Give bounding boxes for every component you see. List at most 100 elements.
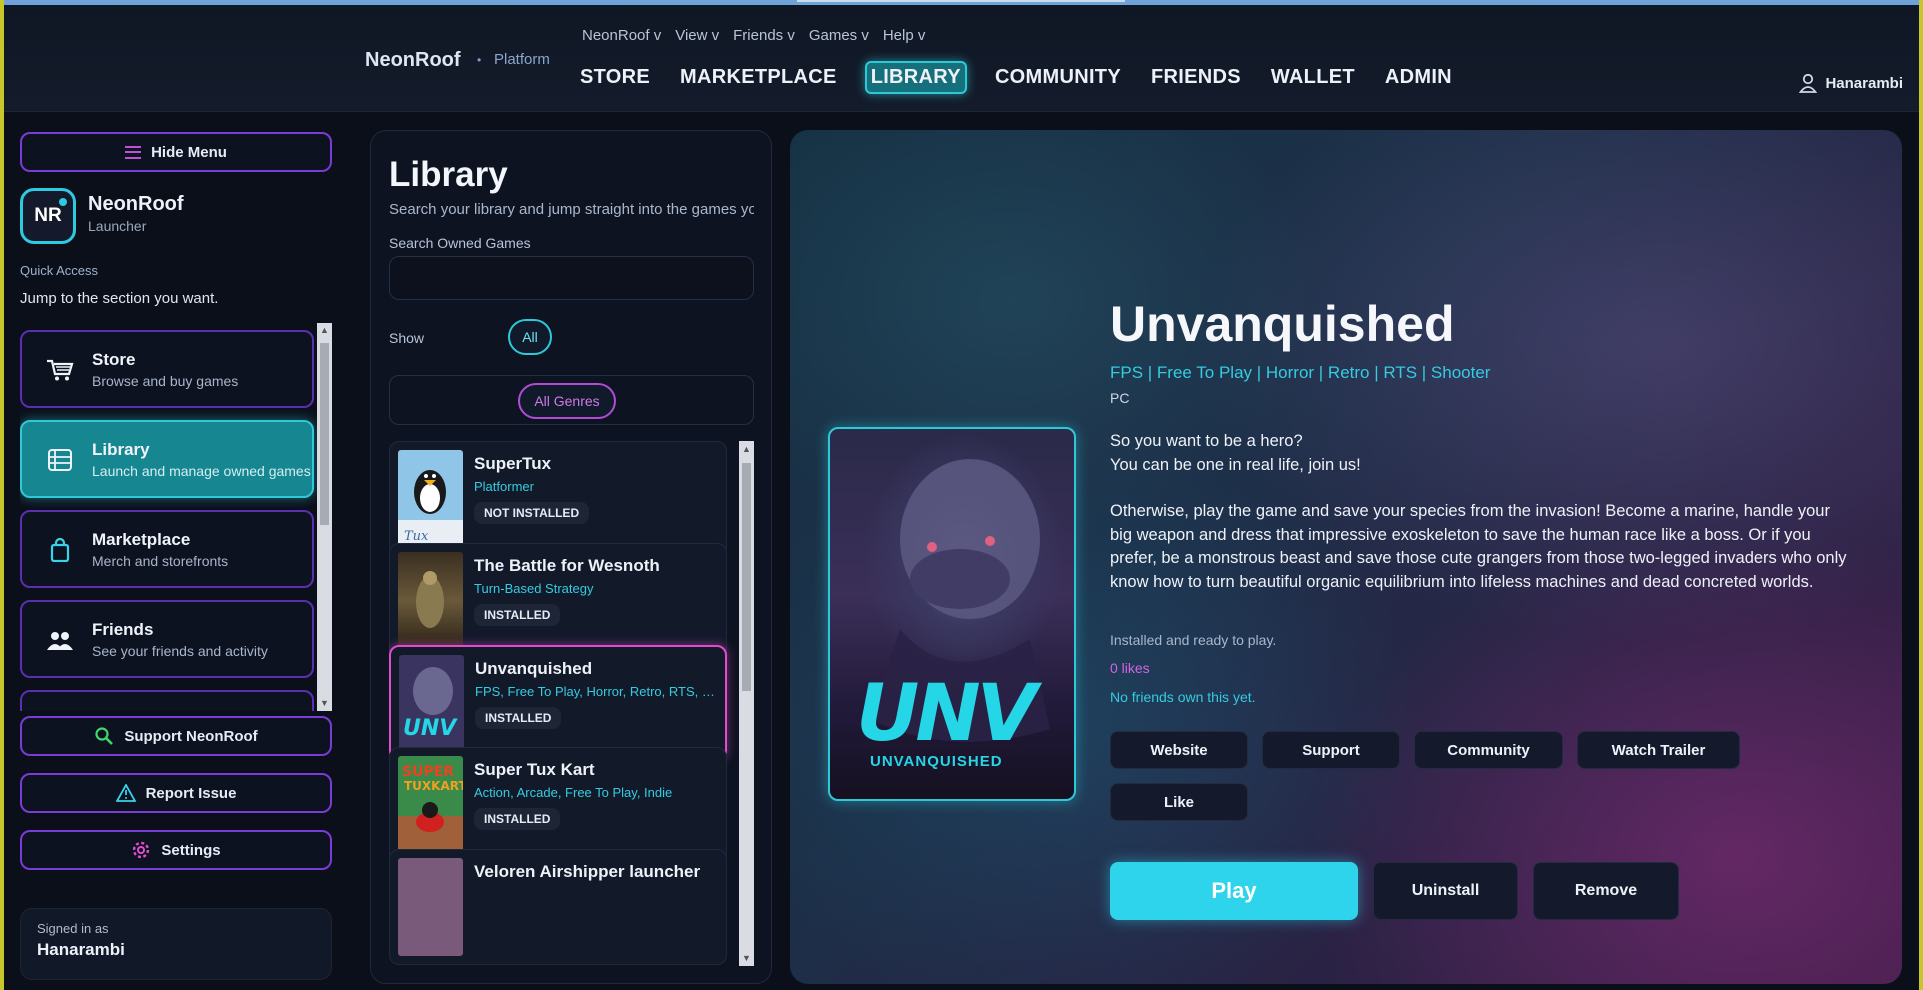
game-title: Unvanquished	[475, 659, 593, 678]
nav-marketplace[interactable]: MARKETPLACE	[678, 61, 839, 94]
description-paragraph: Otherwise, play the game and save your s…	[1110, 502, 1847, 591]
game-title: Super Tux Kart	[474, 760, 595, 779]
quick-access-scroll-area: Store Browse and buy games Library Launc…	[20, 323, 332, 711]
search-label: Search Owned Games	[389, 235, 531, 251]
game-title: SuperTux	[474, 454, 552, 473]
community-button[interactable]: Community	[1414, 731, 1563, 769]
nav-library[interactable]: LIBRARY	[864, 61, 967, 94]
window-frame-right	[1919, 0, 1923, 990]
game-thumbnail: UNV	[399, 655, 464, 753]
likes-count: 0 likes	[1110, 660, 1150, 676]
quick-access-description: Jump to the section you want.	[20, 290, 219, 307]
game-platform: PC	[1110, 390, 1130, 406]
play-button[interactable]: Play	[1110, 862, 1358, 920]
nav-wallet[interactable]: WALLET	[1269, 61, 1357, 94]
sidebar-item-marketplace-label: Marketplace	[92, 530, 191, 549]
settings-button[interactable]: Settings	[20, 830, 332, 870]
search-input[interactable]	[389, 256, 754, 300]
game-list-scrollbar[interactable]: ▲ ▼	[739, 441, 754, 966]
genre-filter-all[interactable]: All Genres	[518, 383, 616, 419]
sidebar-item-marketplace-sub: Merch and storefronts	[92, 553, 229, 569]
cover-logo: UNV	[856, 669, 1037, 759]
quick-access-label: Quick Access	[20, 263, 99, 278]
remove-button[interactable]: Remove	[1533, 862, 1679, 920]
settings-label: Settings	[161, 841, 221, 859]
app-name: NeonRoof	[88, 193, 184, 215]
nav-community[interactable]: COMMUNITY	[993, 61, 1123, 94]
menu-friends[interactable]: Friends v	[733, 27, 795, 44]
brand-subtitle: Platform	[494, 51, 550, 68]
cover-logo-subtitle: UNVANQUISHED	[870, 753, 1003, 770]
description-line-1: So you want to be a hero?	[1110, 432, 1303, 450]
game-thumbnail: SUPER TUXKART	[398, 756, 463, 854]
sidebar-item-friends-label: Friends	[92, 620, 154, 639]
window-title-indicator	[797, 0, 1125, 2]
uninstall-button[interactable]: Uninstall	[1373, 862, 1518, 920]
user-menu[interactable]: Hanarambi	[1799, 73, 1903, 93]
sidebar-item-library-label: Library	[92, 440, 150, 459]
hide-menu-button[interactable]: Hide Menu	[20, 132, 332, 172]
report-issue-button[interactable]: Report Issue	[20, 773, 332, 813]
signed-in-card: Signed in as Hanarambi	[20, 908, 332, 980]
shopping-bag-icon	[50, 538, 70, 562]
game-list-scrollbar-thumb[interactable]	[742, 463, 751, 691]
game-description: So you want to be a hero? You can be one…	[1110, 430, 1850, 594]
svg-text:TUXKART: TUXKART	[404, 779, 463, 793]
game-item-unvanquished[interactable]: UNV Unvanquished FPS, Free To Play, Horr…	[389, 645, 727, 761]
game-item-super-tux-kart[interactable]: SUPER TUXKART Super Tux Kart Action, Arc…	[389, 747, 727, 863]
game-title: The Battle for Wesnoth	[474, 556, 660, 575]
install-status-badge: INSTALLED	[474, 808, 561, 830]
sidebar-item-marketplace[interactable]: Marketplace Merch and storefronts	[20, 510, 314, 588]
svg-text:Tux: Tux	[404, 529, 429, 544]
menu-games[interactable]: Games v	[809, 27, 869, 44]
sidebar-scrollbar[interactable]: ▲ ▼	[317, 323, 332, 711]
warning-icon	[115, 784, 136, 802]
app-logo: NR	[20, 188, 76, 244]
scroll-up-arrow[interactable]: ▲	[742, 444, 751, 454]
cart-icon	[47, 359, 74, 381]
watch-trailer-button[interactable]: Watch Trailer	[1577, 731, 1740, 769]
like-button[interactable]: Like	[1110, 783, 1248, 821]
hide-menu-label: Hide Menu	[151, 143, 227, 161]
sidebar-item-store-sub: Browse and buy games	[92, 373, 239, 389]
brand-name[interactable]: NeonRoof	[365, 49, 461, 72]
sidebar-item-store-label: Store	[92, 350, 136, 369]
show-filter-all[interactable]: All	[508, 319, 552, 355]
menu-view[interactable]: View v	[675, 27, 719, 44]
sidebar-item-friends[interactable]: Friends See your friends and activity	[20, 600, 314, 678]
sidebar-item-friends-sub: See your friends and activity	[92, 643, 268, 659]
menu-help[interactable]: Help v	[883, 27, 926, 44]
support-button[interactable]: Support NeonRoof	[20, 716, 332, 756]
genre-filter-bar: All Genres	[389, 375, 754, 425]
scroll-up-arrow[interactable]: ▲	[320, 325, 329, 335]
nav-friends[interactable]: FRIENDS	[1149, 61, 1243, 94]
nav-admin[interactable]: ADMIN	[1383, 61, 1454, 94]
install-status-badge: INSTALLED	[475, 707, 562, 729]
game-genre-links[interactable]: FPS | Free To Play | Horror | Retro | RT…	[1110, 363, 1490, 383]
scroll-down-arrow[interactable]: ▼	[320, 698, 329, 708]
sidebar-item-store[interactable]: Store Browse and buy games	[20, 330, 314, 408]
scroll-down-arrow[interactable]: ▼	[742, 953, 751, 963]
sidebar-item-dm[interactable]: DM	[20, 690, 314, 711]
menu-bar: NeonRoof v View v Friends v Games v Help…	[582, 27, 925, 44]
nav-store[interactable]: STORE	[578, 61, 652, 94]
install-status-text: Installed and ready to play.	[1110, 632, 1277, 648]
game-genres: Turn-Based Strategy	[474, 581, 594, 596]
game-detail-panel: UNV UNVANQUISHED Unvanquished FPS | Free…	[790, 130, 1902, 984]
website-button[interactable]: Website	[1110, 731, 1248, 769]
game-item-wesnoth[interactable]: The Battle for Wesnoth Turn-Based Strate…	[389, 543, 727, 659]
sidebar-item-library[interactable]: Library Launch and manage owned games	[20, 420, 314, 498]
game-item-veloren[interactable]: Veloren Airshipper launcher	[389, 849, 727, 965]
game-thumbnail	[398, 552, 463, 650]
game-item-supertux[interactable]: Tux SuperTux Platformer NOT INSTALLED	[389, 441, 727, 557]
svg-text:SUPER: SUPER	[402, 764, 454, 780]
menu-neonroof[interactable]: NeonRoof v	[582, 27, 661, 44]
app-subtitle: Launcher	[88, 218, 147, 234]
sidebar-scrollbar-thumb[interactable]	[320, 343, 329, 525]
support-label: Support NeonRoof	[124, 727, 258, 745]
install-status-badge: NOT INSTALLED	[474, 502, 590, 524]
gear-icon	[133, 841, 150, 859]
support-game-button[interactable]: Support	[1262, 731, 1400, 769]
game-cover-art: UNV UNVANQUISHED	[828, 427, 1076, 801]
library-description: Search your library and jump straight in…	[389, 201, 754, 218]
